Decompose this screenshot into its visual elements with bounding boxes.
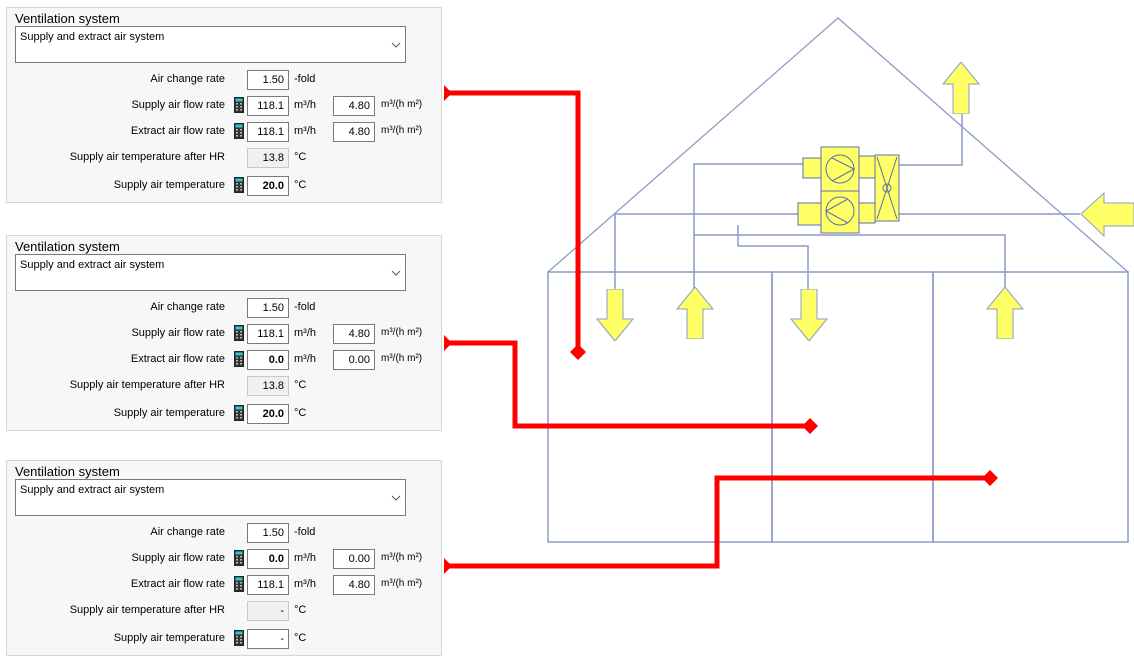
connector-panel-1 — [446, 90, 581, 352]
arrow-up-icon — [676, 287, 714, 339]
arrow-up-icon — [942, 62, 980, 114]
connector-end-marker — [570, 344, 586, 360]
connector-end-marker — [802, 418, 818, 434]
ventilation-unit — [797, 146, 900, 234]
arrow-up-icon — [986, 287, 1024, 339]
arrow-down-icon — [790, 289, 828, 341]
connector-start-marker — [444, 85, 452, 101]
connector-start-marker — [444, 335, 452, 351]
extract-duct-upper — [693, 163, 804, 290]
room-middle — [771, 271, 934, 543]
connector-panel-3 — [446, 475, 990, 569]
arrow-left-icon — [1080, 191, 1134, 238]
arrow-down-icon — [596, 289, 634, 341]
room-left — [547, 271, 773, 543]
extract-branch — [694, 234, 1006, 290]
room-right — [932, 271, 1129, 543]
house-ventilation-diagram — [444, 17, 1134, 574]
roof — [547, 17, 1129, 273]
connector-panel-2 — [446, 340, 810, 429]
building-outline — [547, 271, 1129, 543]
connector-end-marker — [982, 470, 998, 486]
connector-start-marker — [444, 558, 452, 574]
